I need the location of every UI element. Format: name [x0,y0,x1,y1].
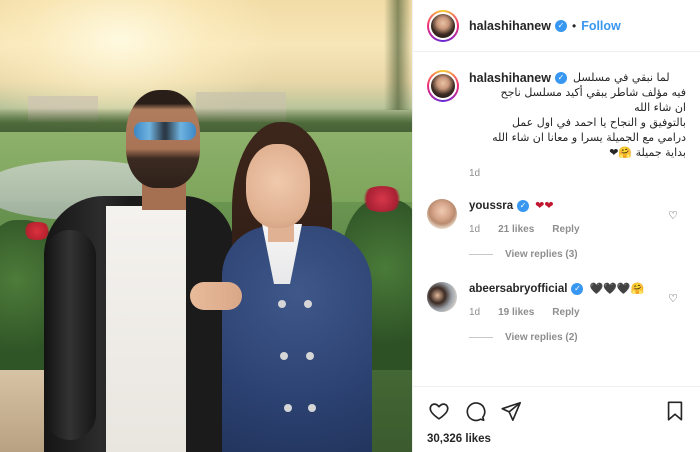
bookmark-icon[interactable] [663,399,687,423]
caption-text: فيه مؤلف شاطر يبقي أكيد مسلسل ناجح ان شا… [469,85,686,160]
reply-button[interactable]: Reply [552,224,579,235]
divider-line [469,337,493,338]
reply-button[interactable]: Reply [552,307,579,318]
comment-like-heart-icon[interactable]: ♡ [668,209,678,222]
comment-icon[interactable] [463,399,487,423]
post-photo[interactable] [0,0,412,452]
comment-like-heart-icon[interactable]: ♡ [668,292,678,305]
caption-line: ان شاء الله [634,101,686,114]
author-avatar[interactable] [427,9,459,42]
commenter-username[interactable]: youssra [469,200,513,212]
caption-line: لما نبقي في مسلسل [572,71,670,84]
pointing-hand [190,282,242,310]
heart-icon[interactable] [427,399,451,423]
coat-button [304,300,312,308]
view-replies-label: View replies (2) [505,332,578,343]
man-arm [44,230,96,440]
palm-tree [384,0,412,110]
sunglasses [134,122,196,140]
caption-time[interactable]: 1d [469,168,686,179]
author-username[interactable]: halashihanew [469,19,551,33]
caption-line: درامي مع الجميلة يسرا و معانا ان شاء الل… [492,131,686,144]
commenter-avatar[interactable] [427,199,457,229]
woman-blue-coat [222,226,372,452]
post-side-panel: halashihanew ✓ • Follow halashihanew ✓ ل… [412,0,700,452]
view-replies-button[interactable]: View replies (3) [469,249,686,260]
verified-badge-icon: ✓ [554,19,567,32]
caption-line: فيه مؤلف شاطر يبقي أكيد مسلسل ناجح [500,86,686,99]
comment: abeersabryofficial ✓ 🖤🖤🖤🤗 1d 19 likes Re… [413,282,700,343]
like-count[interactable]: 30,326 likes [427,433,687,445]
author-avatar[interactable] [427,70,459,102]
caption: halashihanew ✓ لما نبقي في مسلسل فيه مؤل… [413,52,700,179]
commenter-username[interactable]: abeersabryofficial [469,283,567,295]
caption-line: بداية جميلة 🤗❤ [609,146,686,159]
share-icon[interactable] [499,399,523,423]
view-replies-button[interactable]: View replies (2) [469,332,686,343]
comment-time[interactable]: 1d [469,224,480,235]
coat-button [308,404,316,412]
comment-likes[interactable]: 21 likes [498,224,534,235]
verified-badge-icon: ✓ [554,71,567,84]
man-white-shirt [106,206,186,452]
instagram-post: halashihanew ✓ • Follow halashihanew ✓ ل… [0,0,700,452]
red-flowers [360,186,404,212]
coat-button [280,352,288,360]
coat-button [284,404,292,412]
caption-line: بالتوفيق و النجاح يا احمد في اول عمل [511,116,686,129]
caption-username[interactable]: halashihanew [469,71,551,85]
comment-likes[interactable]: 19 likes [498,307,534,318]
verified-badge-icon: ✓ [517,199,530,212]
separator-dot: • [571,18,577,33]
action-bar: 30,326 likes [413,386,700,445]
view-replies-label: View replies (3) [505,249,578,260]
comment-text: ❤❤ [535,200,554,212]
coat-button [306,352,314,360]
verified-badge-icon: ✓ [571,282,584,295]
comment-text: 🖤🖤🖤🤗 [589,283,645,295]
follow-button[interactable]: Follow [581,19,621,33]
commenter-avatar[interactable] [427,282,457,312]
coat-button [278,300,286,308]
woman-face [246,144,310,228]
comment-time[interactable]: 1d [469,307,480,318]
post-header: halashihanew ✓ • Follow [413,0,700,52]
divider-line [469,254,493,255]
comment: youssra ✓ ❤❤ 1d 21 likes Reply View repl… [413,199,700,260]
